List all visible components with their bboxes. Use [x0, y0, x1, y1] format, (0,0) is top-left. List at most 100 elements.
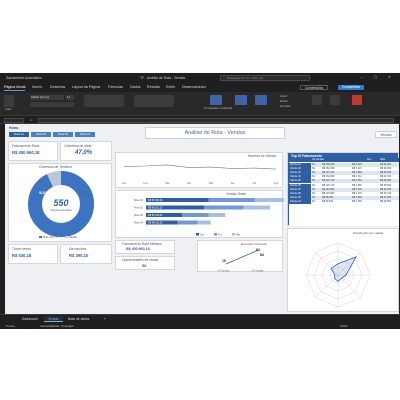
bar-category-label: Rota 04 [134, 221, 144, 225]
donut-card: Cobertura de Território 550 Clientes Ate… [8, 163, 112, 242]
window-controls[interactable]: – ▢ ✕ [361, 75, 396, 79]
route-tab-02[interactable]: Rota 02 [31, 132, 51, 137]
kpi-fatbase-value: R$ 400.960,18 [126, 247, 150, 251]
history-chart-title: Histórico de Vendas [248, 154, 277, 158]
donut-pct-small: 7,2% [81, 190, 88, 194]
font-size-select[interactable]: 11 [66, 95, 74, 100]
donut-center-value: 550 [53, 198, 68, 208]
comments-button[interactable]: Comentários [300, 84, 329, 90]
tab-revisao[interactable]: Revisão [147, 85, 160, 89]
bar-data-label: R$ 95.380,48 [148, 199, 163, 202]
kpi-fatbase-card: Faturamento Base Médium R$ 400.960,18 [115, 240, 175, 254]
ribbon: Colar Calibri (Corpo) 11 Formatação Cond… [0, 92, 400, 116]
tab-inserir[interactable]: Inserir [32, 85, 42, 89]
radar-series [330, 256, 357, 282]
ribbon-format-label[interactable]: Formatar [280, 105, 291, 108]
conditional-format-icon[interactable] [210, 95, 222, 105]
document-title: TF - Análise de Rota - Vendas [140, 76, 186, 80]
table-row[interactable]: Cliente 10 SC R$ 90.810 R$ 1.780 R$ 29.560 [289, 200, 399, 205]
alignment-group[interactable] [84, 95, 124, 107]
screen: Salvamento Automático TF - Análise de Ro… [0, 0, 400, 400]
name-box[interactable] [4, 117, 24, 123]
bar-chart-title: Vendas Rotas [226, 192, 246, 196]
tab-formulas[interactable]: Fórmulas [108, 85, 123, 89]
menu-bar: Página Inicial Inserir Desenhar Layout d… [0, 83, 400, 92]
ribbon-delete-label[interactable]: Excluir [280, 100, 288, 103]
tab-desenhar[interactable]: Desenhar [50, 85, 66, 89]
top-table: UF Vendas Ano Valor Cliente 01 SC R$ 155.040 R… [289, 158, 399, 226]
fx-icon[interactable]: fx [30, 118, 32, 122]
status-accessibility[interactable]: Acessibilidade: Investigar [40, 324, 74, 328]
evolucao-value-a: 15 [222, 259, 226, 263]
bar-legend-label: Fev [218, 233, 223, 236]
table-cell: Cliente 10 [289, 200, 311, 205]
font-name-select[interactable]: Calibri (Corpo) [30, 95, 64, 100]
evolucao-line [225, 249, 259, 265]
history-chart-card: Histórico de Vendas Jan Fev Mar Abr Mai Jun Jul… [115, 152, 283, 188]
bar-category-label: Rota 03 [134, 213, 144, 217]
radar-chart: Distribuição por cidade [305, 231, 384, 308]
bar-category-label: Rota 02 [134, 206, 144, 210]
vendas-button[interactable]: Vendas [375, 131, 397, 138]
kpi-oportunidades-card: Oportunidades de venda 56 [115, 256, 175, 270]
evolucao-card: Evolução Chamado 15 84 84 4T Vendas 4T Vendas [197, 240, 283, 273]
route-tab-04[interactable]: Rota 04 [75, 132, 95, 137]
number-format-group[interactable] [134, 95, 174, 107]
kpi-faturamento-label: Faturamento Bruto [12, 144, 40, 148]
excel-window: Salvamento Automático TF - Análise de Ro… [0, 73, 400, 329]
kpi-cobertura-label: Cobertura de Meta [64, 144, 92, 148]
history-x-tick: Ago [274, 181, 279, 185]
cell-styles-icon[interactable] [255, 95, 267, 105]
search-input[interactable]: Pesquisar (Cmd + Ctrl + U) [220, 75, 310, 81]
bar-segment [177, 220, 198, 225]
top-table-header-cell: UF Vendas [312, 158, 324, 161]
evolucao-title: Evolução Chamado [241, 242, 268, 246]
autosave-label[interactable]: Salvamento Automático [6, 76, 42, 80]
legend-label-other: Padrão [69, 236, 78, 239]
dashboard: Rotas Rota 01 Rota 02 Rota 03 Rota 04 An… [5, 124, 399, 314]
routes-bar-chart: Vendas Rotas Rota 01 R$ 95.380,48 Rota 02 R$… [134, 192, 284, 236]
kpi-ticket-card: Ticket venda R$ 530,16 [8, 244, 58, 264]
legend-label-main: Mais Gest. K [43, 236, 58, 239]
table-cell: R$ 29.560 [380, 200, 392, 204]
history-x-tick: Mai [209, 181, 214, 185]
tab-desenvolvedor[interactable]: Desenvolvedor [182, 85, 206, 89]
ribbon-insert-label[interactable]: Inserir [280, 95, 287, 98]
tab-layout[interactable]: Layout da Página [72, 85, 100, 89]
evolucao-x-tick: 4T Vendas [218, 270, 230, 273]
radar-card: Distribuição por cidade [287, 228, 399, 312]
bar-segment [208, 198, 255, 202]
tab-pagina-inicial[interactable]: Página Inicial [4, 85, 26, 91]
format-table-icon[interactable] [235, 95, 247, 105]
dashboard-title: Análise de Rota - Vendas [145, 127, 285, 139]
find-select-icon[interactable] [330, 95, 340, 105]
formula-input[interactable] [38, 117, 394, 123]
tab-exibir[interactable]: Exibir [166, 85, 175, 89]
routes-label: Rotas [9, 126, 19, 130]
top-table-card: Top 10 Faturamento UF Vendas Ano Valor Clie… [287, 152, 399, 226]
bar-segment [197, 220, 211, 225]
sheet-area: Rotas Rota 01 Rota 02 Rota 03 Rota 04 An… [0, 124, 400, 314]
sheet-tabs: Dashboard Vendas Base de dados + [0, 314, 400, 322]
top-table-header-cell: Valor [380, 158, 386, 161]
tab-dados[interactable]: Dados [130, 85, 140, 89]
sort-filter-icon[interactable] [312, 95, 322, 105]
routes-bar-card: Vendas Rotas Rota 01 R$ 95.380,48 Rota 02 R$… [115, 190, 284, 238]
donut-chart: 550 Clientes Atendidos 92,8% 7,2% Mais G… [28, 171, 94, 239]
font-format-buttons[interactable] [30, 102, 74, 107]
bar-category-label: Rota 01 [134, 198, 144, 202]
donut-center-label: Clientes Atendidos [50, 208, 72, 212]
kpi-devolucoes-label: Devoluções [69, 247, 87, 251]
share-button[interactable]: Compartilhar [338, 84, 365, 90]
evolucao-value-c: 84 [260, 253, 264, 257]
bar-segment [208, 213, 226, 217]
route-tab-03[interactable]: Rota 03 [53, 132, 73, 137]
addins-icon[interactable] [352, 95, 362, 105]
zoom-level[interactable]: 100% [340, 324, 348, 328]
status-bar: Pronto Acessibilidade: Investigar 100% [0, 322, 400, 329]
bar-legend-swatch [214, 233, 217, 236]
paste-icon[interactable] [4, 95, 14, 107]
title-bar: Salvamento Automático TF - Análise de Ro… [0, 73, 400, 83]
evolucao-chart: Evolução Chamado 15 8484 4T Vendas 4T Vendas [218, 242, 268, 273]
route-tab-01[interactable]: Rota 01 [9, 132, 29, 137]
